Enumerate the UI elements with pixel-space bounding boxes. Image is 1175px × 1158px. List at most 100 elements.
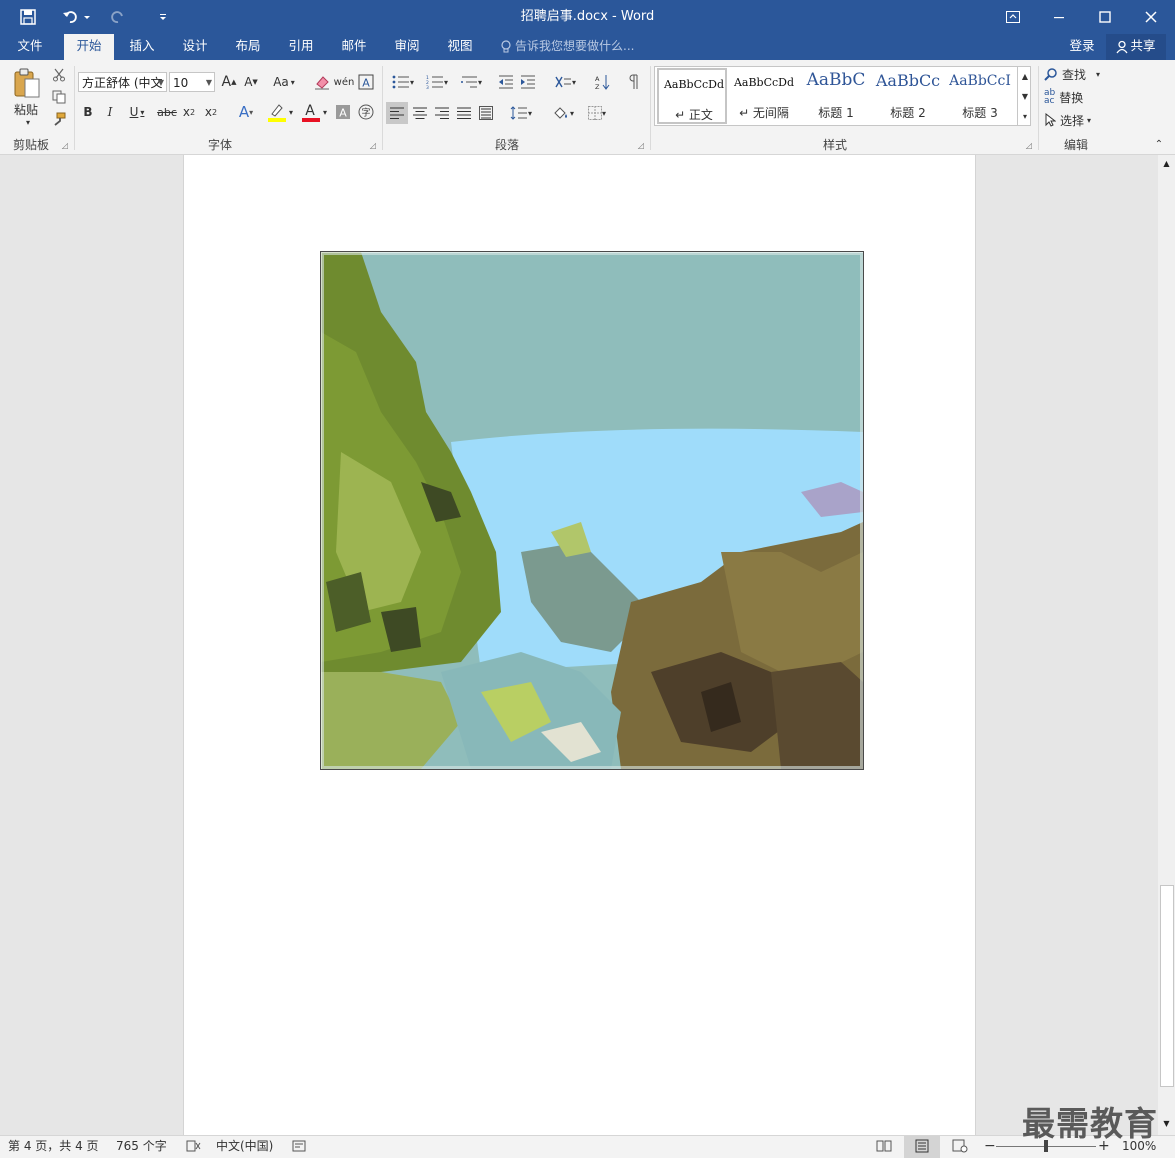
- chevron-down-icon: ▼: [205, 78, 212, 87]
- justify-button[interactable]: [454, 102, 474, 124]
- styles-gallery: AaBbCcDd ↵ 正文 AaBbCcDd ↵ 无间隔 AaBbC 标题 1 …: [654, 66, 1031, 126]
- ribbon-display-options-icon[interactable]: [998, 0, 1028, 34]
- enclose-characters-icon[interactable]: 字: [356, 102, 376, 122]
- style-heading-2[interactable]: AaBbCc 标题 2: [873, 68, 943, 124]
- vertical-scrollbar[interactable]: ▲ ▼: [1158, 155, 1175, 1135]
- change-case-button[interactable]: Aa ▾: [268, 72, 300, 92]
- grow-font-icon[interactable]: A ▲: [220, 72, 238, 92]
- multilevel-list-button[interactable]: ▾: [456, 72, 486, 92]
- strikethrough-button[interactable]: abc: [156, 102, 178, 122]
- tab-mailings[interactable]: 邮件: [332, 34, 376, 60]
- shading-button[interactable]: ▾: [548, 102, 578, 124]
- styles-scroll-down-icon[interactable]: ▼: [1017, 86, 1032, 106]
- redo-icon[interactable]: [106, 0, 130, 34]
- superscript-button[interactable]: x2: [202, 102, 220, 122]
- clipboard-launcher-icon[interactable]: ◿: [60, 140, 70, 150]
- tab-home[interactable]: 开始: [64, 34, 114, 60]
- person-icon: [1116, 40, 1130, 54]
- share-button[interactable]: 共享: [1106, 34, 1166, 60]
- format-painter-icon[interactable]: [50, 110, 68, 128]
- print-layout-icon[interactable]: [904, 1136, 940, 1158]
- document-page[interactable]: [183, 155, 976, 1135]
- tell-me-box[interactable]: 告诉我您想要做什么...: [500, 34, 634, 60]
- sort-icon[interactable]: AZ: [592, 72, 612, 92]
- customize-quick-access-icon[interactable]: [152, 0, 174, 34]
- read-mode-icon[interactable]: [876, 1136, 892, 1158]
- web-layout-icon[interactable]: [952, 1136, 968, 1158]
- tab-file[interactable]: 文件: [8, 34, 52, 60]
- word-count[interactable]: 765 个字: [116, 1136, 167, 1158]
- cut-icon[interactable]: [50, 66, 68, 84]
- font-size-select[interactable]: 10 ▼: [169, 72, 215, 92]
- style-heading-3[interactable]: AaBbCcI 标题 3: [945, 68, 1015, 124]
- collapse-ribbon-icon[interactable]: ⌃: [1152, 138, 1166, 150]
- undo-button[interactable]: [58, 0, 96, 34]
- proofing-icon[interactable]: [186, 1136, 202, 1158]
- shrink-font-icon[interactable]: A ▼: [242, 72, 260, 92]
- italic-button[interactable]: I: [102, 102, 118, 122]
- align-right-button[interactable]: [432, 102, 452, 124]
- tab-view[interactable]: 视图: [438, 34, 482, 60]
- chevron-down-icon: ▾: [1096, 69, 1101, 79]
- numbering-button[interactable]: 1 2 3 ▾: [422, 72, 452, 92]
- styles-scroll-up-icon[interactable]: ▲: [1017, 66, 1032, 86]
- style-normal[interactable]: AaBbCcDd ↵ 正文: [657, 68, 727, 124]
- tab-review[interactable]: 审阅: [385, 34, 429, 60]
- macro-recording-icon[interactable]: [292, 1136, 306, 1158]
- window-title: 招聘启事.docx - Word: [520, 9, 655, 24]
- scroll-up-arrow-icon[interactable]: ▲: [1160, 159, 1173, 171]
- increase-indent-icon[interactable]: [518, 72, 538, 92]
- clear-formatting-icon[interactable]: [312, 72, 332, 92]
- chevron-down-icon: ▼: [157, 78, 164, 87]
- paste-icon[interactable]: [10, 64, 44, 104]
- subscript-button[interactable]: x2: [180, 102, 198, 122]
- tab-design[interactable]: 设计: [173, 34, 217, 60]
- paragraph-launcher-icon[interactable]: ◿: [636, 140, 646, 150]
- paste-button[interactable]: 粘贴: [6, 100, 46, 118]
- font-name-select[interactable]: 方正舒体 (中文 ▼: [78, 72, 167, 92]
- language-indicator[interactable]: 中文(中国): [216, 1136, 273, 1158]
- underline-button[interactable]: U ▾: [124, 102, 150, 122]
- style-no-spacing[interactable]: AaBbCcDd ↵ 无间隔: [729, 68, 799, 124]
- styles-more-icon[interactable]: ▾: [1017, 106, 1032, 126]
- select-button[interactable]: 选择 ▾: [1044, 110, 1108, 130]
- phonetic-guide-icon[interactable]: wén: [334, 72, 355, 92]
- align-left-button[interactable]: [386, 102, 408, 124]
- style-heading-1[interactable]: AaBbC 标题 1: [801, 68, 871, 124]
- bold-button[interactable]: B: [80, 102, 96, 122]
- tab-insert[interactable]: 插入: [120, 34, 164, 60]
- page-count[interactable]: 第 4 页，共 4 页: [8, 1136, 99, 1158]
- line-spacing-button[interactable]: ▾: [506, 102, 536, 124]
- style-name: 标题 1: [818, 106, 854, 120]
- copy-icon[interactable]: [50, 88, 68, 106]
- zoom-out-button[interactable]: −: [984, 1136, 996, 1158]
- paste-dropdown-icon[interactable]: ▾: [22, 117, 34, 127]
- character-border-icon[interactable]: A: [356, 72, 376, 92]
- inserted-picture[interactable]: [320, 251, 864, 770]
- minimize-icon[interactable]: [1044, 0, 1074, 34]
- find-button[interactable]: 查找 ▾: [1044, 64, 1108, 84]
- replace-button[interactable]: ab ac 替换: [1044, 87, 1108, 107]
- close-icon[interactable]: [1136, 0, 1166, 34]
- save-icon[interactable]: [14, 0, 42, 34]
- text-effects-icon[interactable]: A ▾: [232, 102, 260, 122]
- tab-layout[interactable]: 布局: [226, 34, 270, 60]
- styles-launcher-icon[interactable]: ◿: [1024, 140, 1034, 150]
- borders-button[interactable]: ▾: [582, 102, 612, 124]
- tab-references[interactable]: 引用: [279, 34, 323, 60]
- svg-text:字: 字: [361, 107, 370, 119]
- chinese-layout-button[interactable]: ▾: [550, 72, 580, 92]
- bullets-button[interactable]: ▾: [388, 72, 418, 92]
- scroll-down-arrow-icon[interactable]: ▼: [1160, 1119, 1173, 1131]
- font-color-button[interactable]: A ▾: [298, 100, 330, 124]
- character-shading-icon[interactable]: A: [334, 102, 352, 122]
- distributed-button[interactable]: [476, 102, 496, 124]
- show-formatting-marks-icon[interactable]: [624, 72, 644, 92]
- font-launcher-icon[interactable]: ◿: [368, 140, 378, 150]
- scrollbar-thumb[interactable]: [1160, 885, 1174, 1087]
- decrease-indent-icon[interactable]: [496, 72, 516, 92]
- highlight-color-button[interactable]: ▾: [264, 100, 296, 124]
- maximize-icon[interactable]: [1090, 0, 1120, 34]
- align-center-button[interactable]: [410, 102, 430, 124]
- login-link[interactable]: 登录: [1060, 34, 1104, 60]
